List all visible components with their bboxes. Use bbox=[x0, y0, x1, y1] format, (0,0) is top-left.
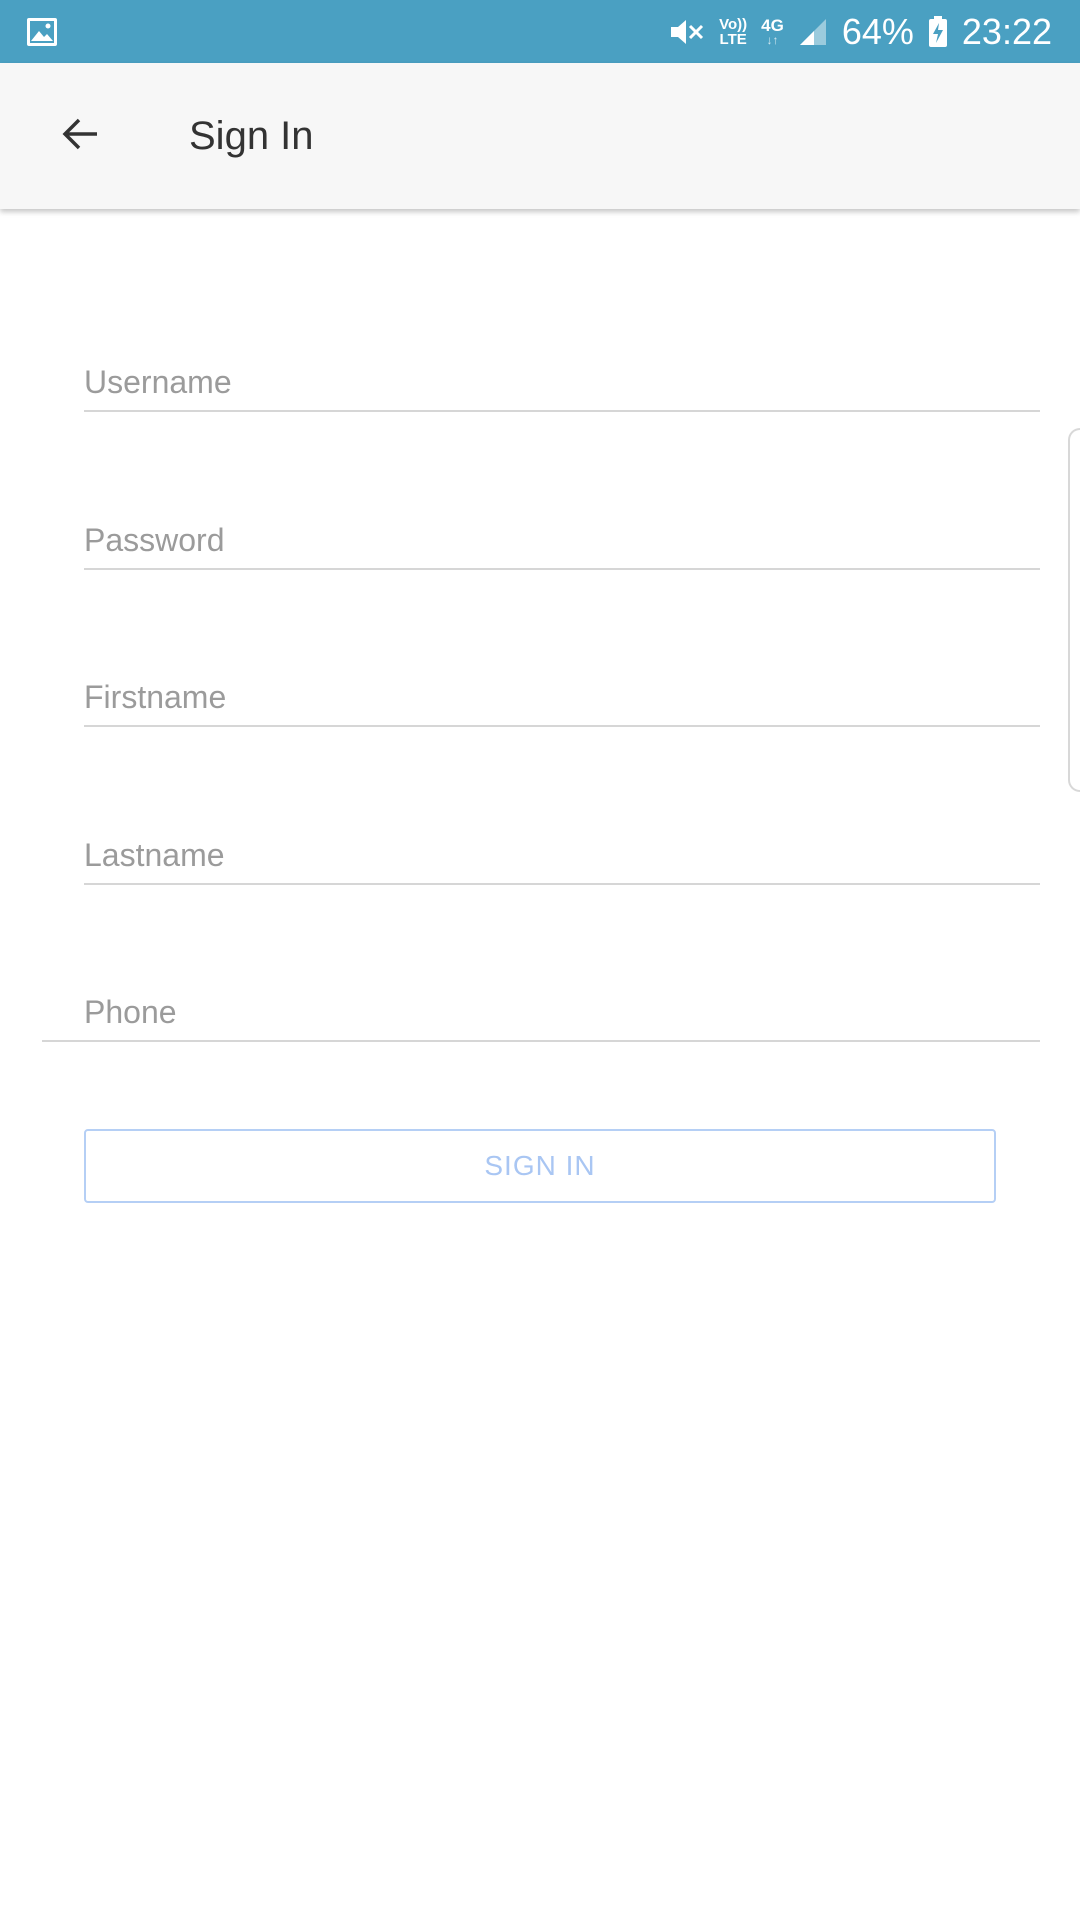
firstname-input[interactable] bbox=[84, 675, 1040, 719]
data-activity-icon: ↓↑ bbox=[766, 33, 779, 47]
phone-underline bbox=[42, 1040, 1040, 1042]
lastname-underline bbox=[84, 883, 1040, 885]
clock: 23:22 bbox=[961, 11, 1052, 52]
phone-input[interactable] bbox=[84, 990, 1040, 1034]
edge-panel-handle[interactable] bbox=[1068, 428, 1080, 792]
volte-indicator: Vo)) LTE bbox=[719, 17, 747, 47]
battery-charging-icon bbox=[928, 15, 948, 48]
page-title: Sign In bbox=[189, 114, 314, 158]
network-indicator: 4G ↓↑ bbox=[761, 17, 784, 46]
back-button[interactable] bbox=[48, 103, 114, 169]
app-bar: Sign In bbox=[0, 63, 1080, 209]
password-input[interactable] bbox=[84, 518, 1040, 562]
signal-strength-icon bbox=[798, 17, 828, 47]
gallery-notification-icon bbox=[26, 17, 58, 47]
screen: Vo)) LTE 4G ↓↑ 64% 23:22 Sign In Usernam… bbox=[0, 0, 1080, 1920]
status-bar: Vo)) LTE 4G ↓↑ 64% 23:22 bbox=[0, 0, 1080, 63]
firstname-field[interactable] bbox=[84, 647, 1040, 727]
arrow-back-icon bbox=[61, 114, 101, 159]
username-field[interactable] bbox=[84, 332, 1040, 412]
password-underline bbox=[84, 568, 1040, 570]
username-underline bbox=[84, 410, 1040, 412]
lastname-input[interactable] bbox=[84, 833, 1040, 877]
mute-icon bbox=[669, 15, 705, 49]
sign-in-button[interactable]: SIGN IN bbox=[84, 1129, 996, 1203]
volte-top-label: Vo)) bbox=[719, 15, 748, 33]
password-field[interactable] bbox=[84, 490, 1040, 570]
battery-percentage: 64% bbox=[841, 11, 914, 52]
network-type-label: 4G bbox=[761, 16, 784, 35]
lastname-field[interactable] bbox=[84, 805, 1040, 885]
phone-field[interactable] bbox=[42, 962, 1040, 1042]
firstname-underline bbox=[84, 725, 1040, 727]
status-icons: Vo)) LTE 4G ↓↑ 64% 23:22 bbox=[669, 0, 1052, 63]
volte-bottom-label: LTE bbox=[719, 30, 747, 48]
username-input[interactable] bbox=[84, 360, 1040, 404]
